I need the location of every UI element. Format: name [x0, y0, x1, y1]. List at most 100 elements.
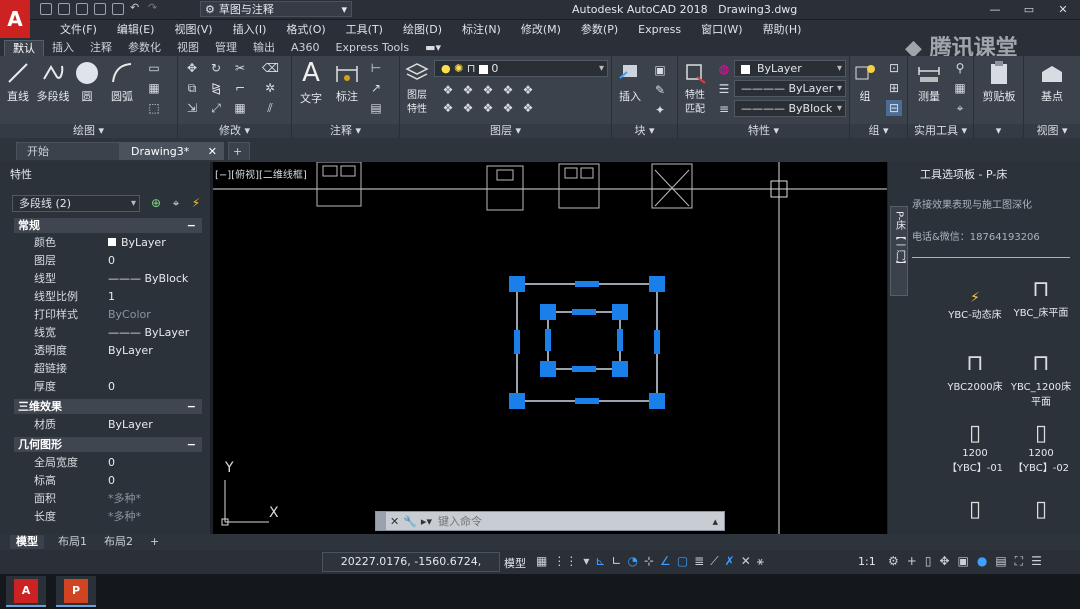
transparency-icon[interactable]: ⟋ [710, 554, 718, 569]
workspace-dropdown[interactable]: ⚙ 草图与注释 ▾ [200, 1, 352, 17]
color-dropdown[interactable]: ByLayer [734, 60, 846, 77]
mirror-icon[interactable]: ⧎ [208, 80, 224, 96]
layer-merge-icon[interactable]: ❖ [500, 100, 516, 116]
edit-block-icon[interactable]: ✎ [652, 82, 668, 98]
app-menu-button[interactable]: A [0, 0, 30, 38]
taskbar-autocad[interactable]: A [6, 576, 46, 607]
palette-item[interactable]: ▯ 1200【YBC】-01 [940, 420, 1010, 474]
dimension-button[interactable]: 标注 [332, 60, 362, 104]
snap-icon[interactable]: ⋮⋮ [553, 554, 577, 569]
tab-view[interactable]: 视图 [169, 40, 207, 56]
rotate-icon[interactable]: ↻ [208, 60, 224, 76]
menu-insert[interactable]: 插入(I) [223, 21, 277, 37]
chevron-up-icon[interactable]: ▴ [712, 515, 718, 528]
polar-icon[interactable]: ∟ [611, 554, 621, 569]
palette-item[interactable]: ▯ 1200【YBC】-02 [1006, 420, 1076, 474]
menu-window[interactable]: 窗口(W) [691, 21, 752, 37]
group-select-icon[interactable]: ⊟ [886, 100, 902, 116]
isolate-icon[interactable]: ▯ [925, 554, 932, 569]
grip-handle[interactable] [540, 361, 556, 377]
coordinate-readout[interactable]: 20227.0176, -1560.6724, 0.0000 [322, 552, 500, 586]
hatch-icon[interactable]: ▦ [146, 80, 162, 96]
prop-row[interactable]: 厚度 0 [34, 378, 204, 395]
tab-default[interactable]: 默认 [4, 40, 44, 56]
palette-item[interactable]: ⊓ YBC2000床 [940, 350, 1010, 393]
table-icon[interactable]: ▤ [368, 100, 384, 116]
annotation-monitor-icon[interactable]: ✗ [725, 554, 735, 569]
palette-item[interactable]: ▯ [1006, 496, 1076, 524]
menu-draw[interactable]: 绘图(D) [393, 21, 452, 37]
grip-handle[interactable] [540, 304, 556, 320]
create-block-icon[interactable]: ▣ [652, 62, 668, 78]
group-button[interactable]: 组 [852, 60, 878, 104]
boundary-icon[interactable]: ⬚ [146, 100, 162, 116]
command-input[interactable] [437, 514, 713, 528]
prop-row[interactable]: 长度 *多种* [34, 508, 204, 525]
layer-walk-icon[interactable]: ❖ [480, 100, 496, 116]
tab-express-tools[interactable]: Express Tools [328, 40, 418, 56]
taskbar-powerpoint[interactable]: P [56, 576, 96, 607]
linetype-dropdown[interactable]: ———— ByLayer [734, 80, 846, 97]
menu-modify[interactable]: 修改(M) [511, 21, 571, 37]
isodraft-icon[interactable]: ◔ [628, 554, 638, 569]
prop-row[interactable]: 线型 ——— ByBlock [34, 270, 204, 287]
grip-handle[interactable] [575, 281, 599, 287]
menu-tools[interactable]: 工具(T) [336, 21, 393, 37]
close-icon[interactable]: ✕ [390, 515, 399, 528]
grip-handle[interactable] [572, 309, 596, 315]
palette-item[interactable]: ▯ [940, 496, 1010, 524]
palette-side-tab[interactable]: P-床【一门】 [890, 206, 908, 296]
tab-drawing3[interactable]: Drawing3* ✕ [120, 142, 224, 160]
close-icon[interactable]: ✕ [1046, 0, 1080, 20]
prop-row[interactable]: 材质 ByLayer [34, 416, 204, 433]
palette-item[interactable]: ⊓ YBC_床平面 [1006, 276, 1076, 319]
base-point-button[interactable]: 基点 [1030, 60, 1074, 104]
customize-icon[interactable]: ● [977, 554, 987, 569]
annotation-scale-icon[interactable]: ✕ [741, 554, 751, 569]
select-objects-icon[interactable]: ⌖ [168, 195, 184, 211]
grip-handle[interactable] [617, 329, 623, 351]
block-attr-icon[interactable]: ✦ [652, 102, 668, 118]
stretch-icon[interactable]: ⇲ [184, 100, 200, 116]
menu-file[interactable]: 文件(F) [50, 21, 107, 37]
match-properties-button[interactable]: 特性 匹配 [680, 60, 710, 116]
prop-row[interactable]: 线宽 ——— ByLayer [34, 324, 204, 341]
array-icon[interactable]: ▦ [232, 100, 248, 116]
circle-button[interactable]: 圆 [74, 60, 100, 104]
chevron-down-icon[interactable]: ▾ [583, 554, 589, 569]
prop-row[interactable]: 打印样式 ByColor [34, 306, 204, 323]
model-space-toggle[interactable]: 模型 [504, 555, 526, 571]
prop-row[interactable]: 超链接 [34, 360, 204, 377]
layer-tool-icon[interactable]: ❖ [440, 82, 456, 98]
tab-output[interactable]: 输出 [245, 40, 283, 56]
prop-row[interactable]: 全局宽度 0 [34, 454, 204, 471]
layer-iso-icon[interactable]: ❖ [460, 82, 476, 98]
grip-handle[interactable] [649, 276, 665, 292]
layer-delete-icon[interactable]: ❖ [520, 100, 536, 116]
otrack-icon[interactable]: ∠ [660, 554, 671, 569]
quick-select-icon[interactable]: ⚡ [188, 195, 204, 211]
command-grip[interactable] [376, 512, 386, 530]
grip-handle[interactable] [572, 366, 596, 372]
menu-icon[interactable]: ☰ [1031, 554, 1042, 569]
lineweight-dropdown[interactable]: ———— ByBlock [734, 100, 846, 117]
id-point-icon[interactable]: ⌖ [952, 100, 968, 116]
grip-handle[interactable] [545, 329, 551, 351]
move-icon[interactable]: ✥ [184, 60, 200, 76]
group-edit-icon[interactable]: ⊞ [886, 80, 902, 96]
menu-express[interactable]: Express [628, 23, 691, 36]
hardware-accel-icon[interactable]: ✥ [939, 554, 949, 569]
calculator-icon[interactable]: ▦ [952, 80, 968, 96]
grid-icon[interactable]: ▦ [536, 554, 547, 569]
palette-item[interactable]: ⊓ YBC_1200床平面 [1006, 350, 1076, 408]
polyline-button[interactable]: 多段线 [34, 60, 72, 104]
grip-handle[interactable] [612, 304, 628, 320]
fullscreen-icon[interactable]: ⛶ [1015, 554, 1023, 569]
save-icon[interactable] [76, 3, 88, 15]
wrench-icon[interactable]: 🔧 [403, 515, 417, 528]
tab-insert[interactable]: 插入 [44, 40, 82, 56]
saveas-icon[interactable] [94, 3, 106, 15]
workspace-icon[interactable]: ▤ [995, 554, 1006, 569]
undo-icon[interactable]: ↶ [130, 2, 142, 15]
menu-edit[interactable]: 编辑(E) [107, 21, 165, 37]
